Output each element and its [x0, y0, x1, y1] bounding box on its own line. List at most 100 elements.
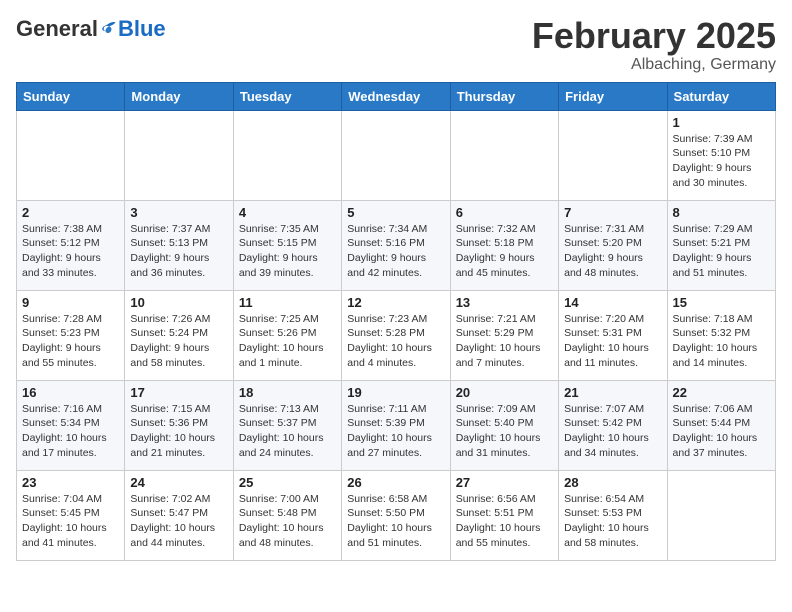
day-info: Sunrise: 7:04 AM Sunset: 5:45 PM Dayligh… [22, 492, 119, 551]
day-number: 20 [456, 385, 553, 400]
day-info: Sunrise: 7:31 AM Sunset: 5:20 PM Dayligh… [564, 222, 661, 281]
day-info: Sunrise: 7:20 AM Sunset: 5:31 PM Dayligh… [564, 312, 661, 371]
calendar-cell: 24 Sunrise: 7:02 AM Sunset: 5:47 PM Dayli… [125, 470, 233, 560]
weekday-header-friday: Friday [559, 82, 667, 110]
page-header: General Blue February 2025 Albaching, Ge… [16, 16, 776, 74]
calendar-cell: 20 Sunrise: 7:09 AM Sunset: 5:40 PM Dayli… [450, 380, 558, 470]
day-number: 1 [673, 115, 770, 130]
day-number: 3 [130, 205, 227, 220]
weekday-header-sunday: Sunday [17, 82, 125, 110]
day-info: Sunrise: 7:26 AM Sunset: 5:24 PM Dayligh… [130, 312, 227, 371]
day-number: 6 [456, 205, 553, 220]
calendar-cell: 3Sunrise: 7:37 AM Sunset: 5:13 PM Daylig… [125, 200, 233, 290]
day-number: 18 [239, 385, 336, 400]
calendar-cell: 17Sunrise: 7:15 AM Sunset: 5:36 PM Dayli… [125, 380, 233, 470]
day-number: 4 [239, 205, 336, 220]
day-number: 23 [22, 475, 119, 490]
day-number: 19 [347, 385, 444, 400]
day-number: 9 [22, 295, 119, 310]
calendar-week-2: 2Sunrise: 7:38 AM Sunset: 5:12 PM Daylig… [17, 200, 776, 290]
day-number: 24 [130, 475, 227, 490]
day-info: Sunrise: 7:35 AM Sunset: 5:15 PM Dayligh… [239, 222, 336, 281]
day-number: 8 [673, 205, 770, 220]
calendar-cell: 16 Sunrise: 7:16 AM Sunset: 5:34 PM Dayli… [17, 380, 125, 470]
calendar-cell [125, 110, 233, 200]
day-info: Sunrise: 7:25 AM Sunset: 5:26 PM Dayligh… [239, 312, 336, 371]
day-info: Sunrise: 7:38 AM Sunset: 5:12 PM Dayligh… [22, 222, 119, 281]
calendar-cell: 14 Sunrise: 7:20 AM Sunset: 5:31 PM Dayli… [559, 290, 667, 380]
day-info: Sunrise: 6:54 AM Sunset: 5:53 PM Dayligh… [564, 492, 661, 551]
day-info: Sunrise: 7:18 AM Sunset: 5:32 PM Dayligh… [673, 312, 770, 371]
day-info: Sunrise: 7:00 AM Sunset: 5:48 PM Dayligh… [239, 492, 336, 551]
calendar-cell: 13Sunrise: 7:21 AM Sunset: 5:29 PM Dayli… [450, 290, 558, 380]
day-number: 16 [22, 385, 119, 400]
day-number: 7 [564, 205, 661, 220]
day-info: Sunrise: 7:39 AM Sunset: 5:10 PM Dayligh… [673, 132, 770, 191]
day-number: 12 [347, 295, 444, 310]
calendar-week-3: 9 Sunrise: 7:28 AM Sunset: 5:23 PM Daylig… [17, 290, 776, 380]
calendar-cell: 21 Sunrise: 7:07 AM Sunset: 5:42 PM Dayli… [559, 380, 667, 470]
weekday-header-wednesday: Wednesday [342, 82, 450, 110]
day-info: Sunrise: 7:02 AM Sunset: 5:47 PM Dayligh… [130, 492, 227, 551]
calendar-cell: 27 Sunrise: 6:56 AM Sunset: 5:51 PM Dayli… [450, 470, 558, 560]
calendar-cell: 19 Sunrise: 7:11 AM Sunset: 5:39 PM Dayli… [342, 380, 450, 470]
calendar-cell: 7 Sunrise: 7:31 AM Sunset: 5:20 PM Daylig… [559, 200, 667, 290]
day-number: 15 [673, 295, 770, 310]
weekday-header-tuesday: Tuesday [233, 82, 341, 110]
calendar-cell [450, 110, 558, 200]
calendar-cell: 23 Sunrise: 7:04 AM Sunset: 5:45 PM Dayli… [17, 470, 125, 560]
calendar-cell: 1 Sunrise: 7:39 AM Sunset: 5:10 PM Daylig… [667, 110, 775, 200]
day-info: Sunrise: 7:06 AM Sunset: 5:44 PM Dayligh… [673, 402, 770, 461]
logo: General Blue [16, 16, 166, 42]
logo-bird-icon [100, 20, 118, 38]
day-number: 5 [347, 205, 444, 220]
calendar-cell: 5 Sunrise: 7:34 AM Sunset: 5:16 PM Daylig… [342, 200, 450, 290]
day-info: Sunrise: 7:23 AM Sunset: 5:28 PM Dayligh… [347, 312, 444, 371]
day-number: 17 [130, 385, 227, 400]
title-block: February 2025 Albaching, Germany [532, 16, 776, 74]
day-number: 21 [564, 385, 661, 400]
calendar-cell: 6 Sunrise: 7:32 AM Sunset: 5:18 PM Daylig… [450, 200, 558, 290]
calendar-cell: 4 Sunrise: 7:35 AM Sunset: 5:15 PM Daylig… [233, 200, 341, 290]
logo-blue-text: Blue [118, 16, 166, 42]
calendar-cell: 28 Sunrise: 6:54 AM Sunset: 5:53 PM Dayli… [559, 470, 667, 560]
day-number: 25 [239, 475, 336, 490]
calendar-cell: 9 Sunrise: 7:28 AM Sunset: 5:23 PM Daylig… [17, 290, 125, 380]
calendar-cell: 22 Sunrise: 7:06 AM Sunset: 5:44 PM Dayli… [667, 380, 775, 470]
calendar-cell [559, 110, 667, 200]
day-info: Sunrise: 7:29 AM Sunset: 5:21 PM Dayligh… [673, 222, 770, 281]
calendar-cell: 25 Sunrise: 7:00 AM Sunset: 5:48 PM Dayli… [233, 470, 341, 560]
day-info: Sunrise: 7:34 AM Sunset: 5:16 PM Dayligh… [347, 222, 444, 281]
day-info: Sunrise: 6:58 AM Sunset: 5:50 PM Dayligh… [347, 492, 444, 551]
day-info: Sunrise: 7:16 AM Sunset: 5:34 PM Dayligh… [22, 402, 119, 461]
day-number: 14 [564, 295, 661, 310]
calendar-cell: 15 Sunrise: 7:18 AM Sunset: 5:32 PM Dayli… [667, 290, 775, 380]
calendar-cell: 18 Sunrise: 7:13 AM Sunset: 5:37 PM Dayli… [233, 380, 341, 470]
day-info: Sunrise: 7:13 AM Sunset: 5:37 PM Dayligh… [239, 402, 336, 461]
day-info: Sunrise: 7:07 AM Sunset: 5:42 PM Dayligh… [564, 402, 661, 461]
weekday-header-saturday: Saturday [667, 82, 775, 110]
day-info: Sunrise: 7:09 AM Sunset: 5:40 PM Dayligh… [456, 402, 553, 461]
day-number: 28 [564, 475, 661, 490]
day-info: Sunrise: 6:56 AM Sunset: 5:51 PM Dayligh… [456, 492, 553, 551]
day-info: Sunrise: 7:21 AM Sunset: 5:29 PM Dayligh… [456, 312, 553, 371]
calendar-cell [342, 110, 450, 200]
day-info: Sunrise: 7:28 AM Sunset: 5:23 PM Dayligh… [22, 312, 119, 371]
calendar-cell: 2Sunrise: 7:38 AM Sunset: 5:12 PM Daylig… [17, 200, 125, 290]
day-info: Sunrise: 7:11 AM Sunset: 5:39 PM Dayligh… [347, 402, 444, 461]
location-text: Albaching, Germany [532, 56, 776, 74]
calendar-cell: 12 Sunrise: 7:23 AM Sunset: 5:28 PM Dayli… [342, 290, 450, 380]
calendar-cell: 26 Sunrise: 6:58 AM Sunset: 5:50 PM Dayli… [342, 470, 450, 560]
day-number: 22 [673, 385, 770, 400]
month-title: February 2025 [532, 16, 776, 56]
day-info: Sunrise: 7:32 AM Sunset: 5:18 PM Dayligh… [456, 222, 553, 281]
calendar-table: SundayMondayTuesdayWednesdayThursdayFrid… [16, 82, 776, 561]
calendar-week-1: 1 Sunrise: 7:39 AM Sunset: 5:10 PM Daylig… [17, 110, 776, 200]
day-number: 26 [347, 475, 444, 490]
day-number: 27 [456, 475, 553, 490]
weekday-header-thursday: Thursday [450, 82, 558, 110]
day-number: 10 [130, 295, 227, 310]
weekday-header-monday: Monday [125, 82, 233, 110]
calendar-cell: 11Sunrise: 7:25 AM Sunset: 5:26 PM Dayli… [233, 290, 341, 380]
calendar-week-4: 16 Sunrise: 7:16 AM Sunset: 5:34 PM Dayli… [17, 380, 776, 470]
